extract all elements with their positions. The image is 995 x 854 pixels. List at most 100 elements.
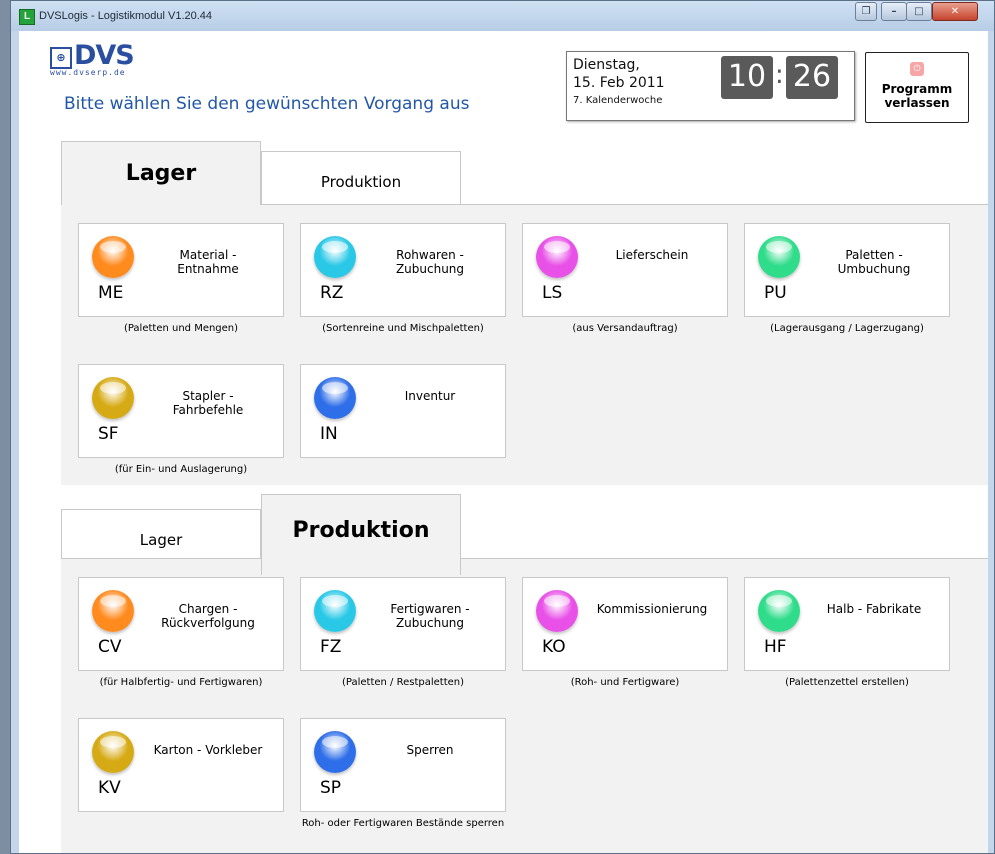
card-title: Fertigwaren - Zubuchung <box>361 602 499 630</box>
close-button[interactable]: ✕ <box>932 2 978 21</box>
produktion-card-kv[interactable]: KV Karton - Vorkleber <box>78 718 284 812</box>
logo-url: www.dvserp.de <box>50 68 126 77</box>
maximize-button[interactable]: □ <box>906 2 932 21</box>
produktion-card-cv[interactable]: CV Chargen - Rückverfolgung <box>78 577 284 671</box>
lager-card-ls[interactable]: LS Lieferschein <box>522 223 728 317</box>
card-title-line1: Stapler - <box>182 389 234 403</box>
card-caption: (Roh- und Fertigware) <box>570 677 680 688</box>
card-title-line1: Inventur <box>404 389 456 403</box>
restore-icon[interactable]: ❐ <box>855 2 877 21</box>
app-window: L DVSLogis - Logistikmodul V1.20.44 ❐ – … <box>10 0 995 854</box>
card-title: Stapler - Fahrbefehle <box>139 389 277 417</box>
window-title: DVSLogis - Logistikmodul V1.20.44 <box>39 10 213 22</box>
card-title-line1: Karton - Vorkleber <box>153 743 263 757</box>
green-ball-icon <box>758 236 800 278</box>
lager-card-pu[interactable]: PU Paletten - Umbuchung <box>744 223 950 317</box>
lager-card-me[interactable]: ME Material - Entnahme <box>78 223 284 317</box>
app-logo-icon: L <box>19 9 35 25</box>
instruction-text: Bitte wählen Sie den gewünschten Vorgang… <box>64 94 470 114</box>
card-code: SP <box>320 778 342 798</box>
produktion-card-sp[interactable]: SP Sperren <box>300 718 506 812</box>
card-title: Sperren <box>361 743 499 757</box>
card-caption: (für Halbfertig- und Fertigwaren) <box>99 677 263 688</box>
card-caption: (für Ein- und Auslagerung) <box>114 464 248 475</box>
card-code: CV <box>98 637 122 657</box>
lager-panel: ME Material - Entnahme (Paletten und Mengen… <box>61 204 988 485</box>
lager-card-sf[interactable]: SF Stapler - Fahrbefehle <box>78 364 284 458</box>
exit-label-line1: Programm <box>881 82 953 96</box>
tab-produktion[interactable]: Produktion <box>261 151 461 205</box>
clock-hour: 10 <box>721 56 773 99</box>
card-title-line2: Rückverfolgung <box>161 616 255 630</box>
magenta-ball-icon <box>536 236 578 278</box>
card-title: Material - Entnahme <box>139 248 277 276</box>
gold-ball-icon <box>92 731 134 773</box>
card-title: Inventur <box>361 389 499 403</box>
tab-lager-active[interactable]: Lager <box>61 141 261 205</box>
card-code: KO <box>542 637 566 657</box>
card-title-line2: Entnahme <box>177 262 239 276</box>
card-title-line1: Paletten - <box>845 248 903 262</box>
title-bar[interactable]: L DVSLogis - Logistikmodul V1.20.44 ❐ – … <box>11 1 994 31</box>
weekday-text: Dienstag, <box>573 57 640 73</box>
card-title: Kommissionierung <box>583 602 721 616</box>
lager-card-rz[interactable]: RZ Rohwaren - Zubuchung <box>300 223 506 317</box>
card-code: FZ <box>320 637 342 657</box>
card-code: RZ <box>320 283 344 303</box>
card-title-line1: Material - <box>179 248 237 262</box>
dvs-logo: ⊕ DVS www.dvserp.de <box>50 40 135 77</box>
card-title-line1: Kommissionierung <box>596 602 708 616</box>
logo-brand-text: DVS <box>74 40 135 71</box>
card-title-line1: Sperren <box>406 743 454 757</box>
orange-ball-icon <box>92 590 134 632</box>
card-title: Halb - Fabrikate <box>805 602 943 616</box>
produktion-card-hf[interactable]: HF Halb - Fabrikate <box>744 577 950 671</box>
card-title-line2: Zubuchung <box>395 616 465 630</box>
exit-label-line2: verlassen <box>884 96 950 110</box>
logo-mark-icon: ⊕ <box>50 47 72 69</box>
card-caption: (Paletten und Mengen) <box>123 323 239 334</box>
minimize-button[interactable]: – <box>881 2 907 21</box>
cyan-ball-icon <box>314 236 356 278</box>
date-text: 15. Feb 2011 <box>573 75 665 91</box>
orange-ball-icon <box>92 236 134 278</box>
card-title-line2: Zubuchung <box>395 262 465 276</box>
produktion-card-fz[interactable]: FZ Fertigwaren - Zubuchung <box>300 577 506 671</box>
card-title: Rohwaren - Zubuchung <box>361 248 499 276</box>
logo-brand: ⊕ DVS <box>50 40 135 71</box>
exit-program-button[interactable]: ⏻ Programm verlassen <box>865 52 969 123</box>
card-title-line2: Umbuchung <box>837 262 911 276</box>
card-caption: (Sortenreine und Mischpaletten) <box>322 323 484 334</box>
card-title-line1: Chargen - <box>178 602 238 616</box>
lager-card-in[interactable]: IN Inventur <box>300 364 506 458</box>
produktion-card-ko[interactable]: KO Kommissionierung <box>522 577 728 671</box>
blue-ball-icon <box>314 731 356 773</box>
card-code: HF <box>764 637 787 657</box>
card-title: Karton - Vorkleber <box>139 743 277 757</box>
card-caption: (Palettenzettel erstellen) <box>785 677 909 688</box>
clock-minute: 26 <box>786 56 838 99</box>
card-caption: (Paletten / Restpaletten) <box>341 677 465 688</box>
card-code: KV <box>98 778 121 798</box>
card-title-line1: Rohwaren - <box>396 248 464 262</box>
card-code: LS <box>542 283 563 303</box>
card-title-line2: Fahrbefehle <box>172 403 244 417</box>
card-caption: Roh- oder Fertigwaren Bestände sperren <box>301 818 505 829</box>
card-caption: (Lagerausgang / Lagerzugang) <box>770 323 924 334</box>
card-caption: (aus Versandauftrag) <box>572 323 678 334</box>
tab-produktion-active[interactable]: Produktion <box>261 494 461 575</box>
card-title-line1: Fertigwaren - <box>390 602 470 616</box>
clock-separator: : <box>775 60 784 90</box>
card-title-line1: Lieferschein <box>615 248 689 262</box>
card-title: Paletten - Umbuchung <box>805 248 943 276</box>
card-code: IN <box>320 424 338 444</box>
main-area: ⊕ DVS www.dvserp.de Bitte wählen Sie den … <box>19 31 988 853</box>
cyan-ball-icon <box>314 590 356 632</box>
date-time-panel: Dienstag, 15. Feb 2011 7. Kalenderwoche … <box>566 51 855 121</box>
produktion-panel: CV Chargen - Rückverfolgung (für Halbfertig… <box>61 558 988 853</box>
calendar-week-text: 7. Kalenderwoche <box>573 95 663 106</box>
card-code: SF <box>98 424 119 444</box>
card-code: PU <box>764 283 787 303</box>
green-ball-icon <box>758 590 800 632</box>
card-title-line1: Halb - Fabrikate <box>826 602 922 616</box>
